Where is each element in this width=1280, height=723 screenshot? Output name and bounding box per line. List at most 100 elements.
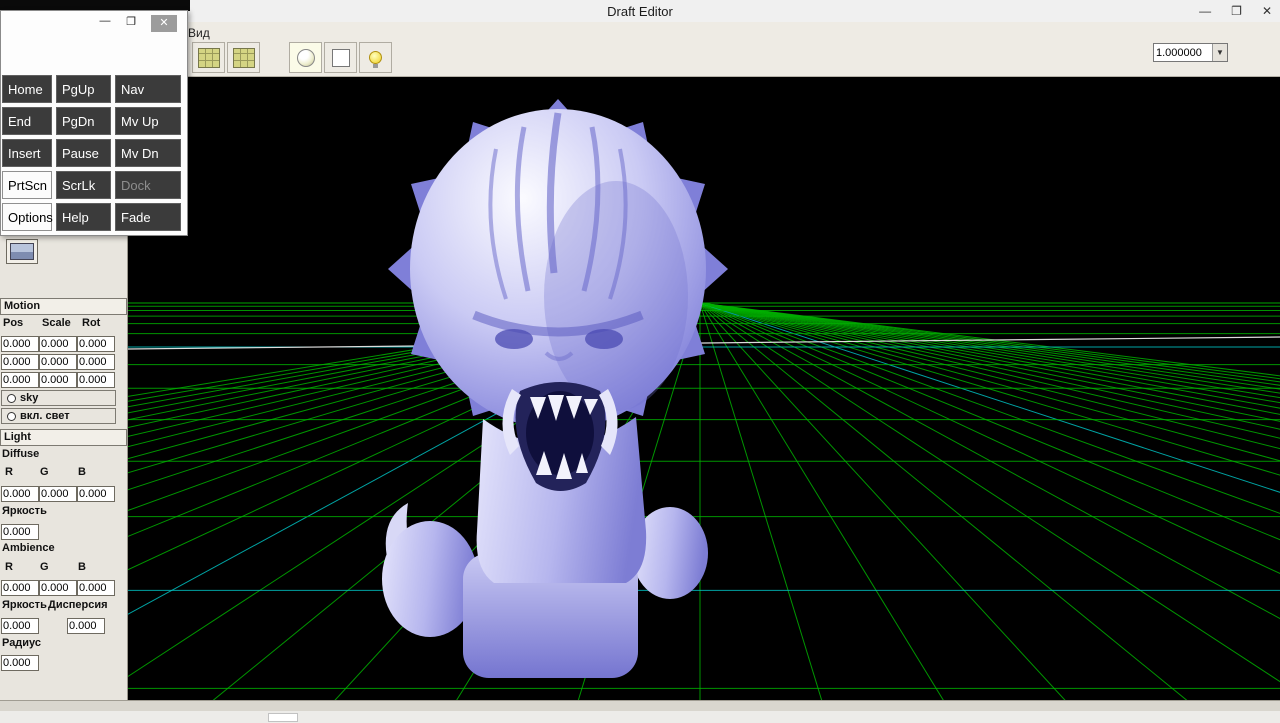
rot-x-input[interactable]: [77, 336, 115, 352]
sphere-icon: [296, 48, 315, 67]
diffuse-r-label: R: [5, 466, 13, 478]
scale-x-input[interactable]: [39, 336, 77, 352]
minimize-button[interactable]: —: [1199, 0, 1211, 22]
osk-keys: Home PgUp Nav End PgDn Mv Up Insert Paus…: [2, 75, 181, 231]
dispersion-label: Дисперсия: [48, 599, 108, 611]
key-nav[interactable]: Nav: [115, 75, 181, 103]
radio-icon: [7, 393, 16, 403]
pos-y-input[interactable]: [1, 354, 39, 370]
grid-line: [699, 302, 823, 700]
dispersion-input[interactable]: [67, 618, 105, 634]
viewport-3d[interactable]: [128, 77, 1280, 700]
diffuse-b-input[interactable]: [77, 486, 115, 502]
maximize-button[interactable]: ❐: [1231, 0, 1242, 22]
material-square-icon: [331, 48, 350, 67]
brightness-label: Яркость: [2, 505, 47, 517]
light-bulb-icon: [369, 51, 382, 68]
osk-maximize-button[interactable]: ❐: [121, 15, 141, 28]
close-button[interactable]: ✕: [1262, 0, 1272, 22]
light-button[interactable]: [359, 42, 392, 73]
diffuse-b-label: B: [78, 466, 86, 478]
radio-icon: [7, 411, 16, 421]
key-scrlk[interactable]: ScrLk: [56, 171, 111, 199]
radius-label: Радиус: [2, 637, 42, 649]
grid-view-icon: [197, 47, 220, 68]
key-mvup[interactable]: Mv Up: [115, 107, 181, 135]
diffuse-label: Diffuse: [2, 448, 40, 460]
radius-input[interactable]: [1, 655, 39, 671]
taskbar: [0, 711, 1280, 723]
image-icon: [10, 243, 34, 260]
pos-column-label: Pos: [3, 317, 24, 329]
taskbar-button[interactable]: [268, 713, 298, 722]
scale-column-label: Scale: [42, 317, 71, 329]
grid-line: [699, 302, 1066, 700]
diffuse-brightness-input[interactable]: [1, 524, 39, 540]
model-head-shadow: [544, 181, 688, 411]
key-options[interactable]: Options: [2, 203, 53, 231]
menu-view[interactable]: Вид: [188, 26, 210, 40]
grid-split-button[interactable]: [227, 42, 260, 73]
ambience-g-input[interactable]: [39, 580, 77, 596]
key-pause[interactable]: Pause: [56, 139, 111, 167]
zoom-dropdown-arrow-icon[interactable]: ▼: [1212, 44, 1227, 61]
grid-split-icon: [232, 47, 255, 68]
key-pgdn[interactable]: PgDn: [56, 107, 111, 135]
zoom-input[interactable]: [1154, 44, 1212, 61]
key-dock: Dock: [115, 171, 181, 199]
diffuse-g-input[interactable]: [39, 486, 77, 502]
diffuse-g-label: G: [40, 466, 49, 478]
diffuse-r-input[interactable]: [1, 486, 39, 502]
grid-view-button[interactable]: [192, 42, 225, 73]
scene-light-toggle[interactable]: вкл. свет: [1, 408, 116, 424]
window-title: Draft Editor: [607, 3, 673, 19]
grid-layer: [128, 302, 1280, 700]
texture-button[interactable]: [6, 239, 38, 264]
key-pgup[interactable]: PgUp: [56, 75, 111, 103]
model-right-eye: [585, 329, 623, 349]
zoom-combo[interactable]: ▼: [1153, 43, 1228, 62]
app-titlebar: Draft Editor — ❐ ✕: [0, 0, 1280, 22]
key-prtscn[interactable]: PrtScn: [2, 171, 52, 199]
toolbar-render-group: [289, 42, 392, 73]
toolbar-grid-group: [192, 42, 260, 73]
key-end[interactable]: End: [2, 107, 52, 135]
osk-minimize-button[interactable]: —: [95, 15, 115, 27]
ambience-b-input[interactable]: [77, 580, 115, 596]
osk-close-button[interactable]: ✕: [151, 15, 177, 32]
ambience-r-input[interactable]: [1, 580, 39, 596]
scene-light-label: вкл. свет: [20, 410, 70, 422]
ambience-label: Ambience: [2, 542, 55, 554]
sky-label: sky: [20, 392, 39, 404]
key-fade[interactable]: Fade: [115, 203, 181, 231]
scale-y-input[interactable]: [39, 354, 77, 370]
motion-group-header: Motion: [0, 298, 127, 315]
key-mvdn[interactable]: Mv Dn: [115, 139, 181, 167]
model-left-eye: [495, 329, 533, 349]
ambience-brightness-input[interactable]: [1, 618, 39, 634]
sphere-button[interactable]: [289, 42, 322, 73]
sky-toggle[interactable]: sky: [1, 390, 116, 406]
osk-titlebar[interactable]: — ❐ ✕: [1, 11, 187, 35]
pos-x-input[interactable]: [1, 336, 39, 352]
key-home[interactable]: Home: [2, 75, 52, 103]
grid-line: [699, 302, 1280, 422]
toolbar-area: Вид ▼: [0, 22, 1280, 77]
ambience-r-label: R: [5, 561, 13, 573]
status-bar: [0, 700, 1280, 711]
rot-y-input[interactable]: [77, 354, 115, 370]
material-button[interactable]: [324, 42, 357, 73]
key-help[interactable]: Help: [56, 203, 111, 231]
scale-z-input[interactable]: [39, 372, 77, 388]
ambience-g-label: G: [40, 561, 49, 573]
ambience-b-label: B: [78, 561, 86, 573]
rot-column-label: Rot: [82, 317, 101, 329]
rot-z-input[interactable]: [77, 372, 115, 388]
key-insert[interactable]: Insert: [2, 139, 52, 167]
window-controls: — ❐ ✕: [1199, 0, 1272, 22]
onscreen-keyboard: — ❐ ✕ Home PgUp Nav End PgDn Mv Up Inser…: [0, 10, 188, 236]
brightness2-label: Яркость: [2, 599, 47, 611]
viewport-canvas[interactable]: [128, 77, 1280, 700]
light-group-header: Light: [0, 429, 127, 446]
pos-z-input[interactable]: [1, 372, 39, 388]
